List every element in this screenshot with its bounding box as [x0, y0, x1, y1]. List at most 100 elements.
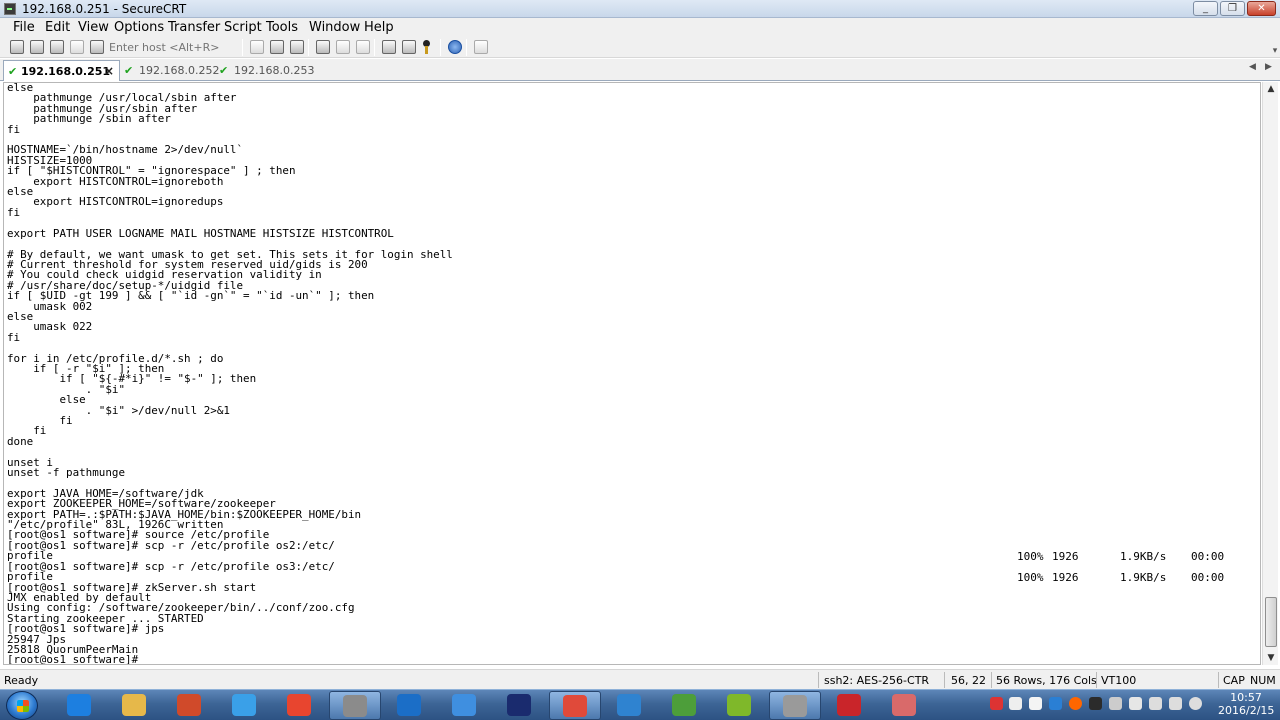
menu-options[interactable]: Options	[114, 20, 164, 35]
connected-check-icon: ✔	[219, 64, 229, 77]
close-button[interactable]: ✕	[1247, 1, 1276, 16]
tray-app-icon[interactable]	[990, 697, 1003, 710]
menu-transfer[interactable]: Transfer	[168, 20, 220, 35]
close-tab-icon[interactable]: ×	[104, 64, 114, 78]
taskbar-securecrt-button[interactable]	[329, 691, 381, 720]
menu-script[interactable]: Script	[224, 20, 262, 35]
terminal-line: fi	[7, 205, 21, 219]
terminal-line: export HISTCONTROL=ignoredups	[7, 195, 224, 209]
menu-tools[interactable]: Tools	[266, 20, 298, 35]
reconnect-icon[interactable]	[70, 40, 84, 54]
tab-label: 192.168.0.252	[139, 64, 220, 77]
taskbar-app-terminal-button[interactable]	[769, 691, 821, 720]
taskbar-app-pen-button[interactable]	[879, 691, 931, 720]
app-feather-icon	[452, 694, 476, 716]
status-cursor-position: 56, 22	[951, 674, 986, 687]
terminal-scrollbar[interactable]: ▲ ▼	[1262, 82, 1278, 665]
menu-window[interactable]: Window	[309, 20, 360, 35]
terminal-line: [root@os1 software]# scp -r /etc/profile…	[7, 538, 335, 552]
tab-scroll-right-icon[interactable]: ▶	[1265, 62, 1272, 72]
tray-network-icon[interactable]	[1149, 697, 1162, 710]
tray-app-icon[interactable]	[1109, 697, 1122, 710]
taskbar-app-red-button[interactable]	[549, 691, 601, 720]
tab-192-168-0-253[interactable]: ✔ 192.168.0.253	[219, 60, 314, 81]
menu-view[interactable]: View	[78, 20, 109, 35]
status-cipher: ssh2: AES-256-CTR	[824, 674, 930, 687]
menu-help[interactable]: Help	[364, 20, 394, 35]
paste-icon[interactable]	[270, 40, 284, 54]
tray-app-icon[interactable]	[1049, 697, 1062, 710]
print-selection-icon[interactable]	[336, 40, 350, 54]
taskbar-virtualbox-button[interactable]	[604, 691, 656, 720]
status-separator	[944, 672, 945, 688]
tab-192-168-0-252[interactable]: ✔ 192.168.0.252	[124, 60, 220, 81]
session-options-icon[interactable]	[382, 40, 396, 54]
app-blue-icon	[232, 694, 256, 716]
print-icon[interactable]	[316, 40, 330, 54]
taskbar-eclipse-button[interactable]	[494, 691, 546, 720]
tab-192-168-0-251[interactable]: ✔ 192.168.0.251 ×	[3, 60, 120, 81]
status-separator	[818, 672, 819, 688]
window-title: 192.168.0.251 - SecureCRT	[22, 2, 187, 16]
taskbar-app-x-button[interactable]	[824, 691, 876, 720]
taskbar-app-p-button[interactable]	[659, 691, 711, 720]
tab-scroll-left-icon[interactable]: ◀	[1249, 62, 1256, 72]
taskbar-app-blue-button[interactable]	[219, 691, 271, 720]
print-setup-icon[interactable]	[356, 40, 370, 54]
taskbar-chrome-button[interactable]	[274, 691, 326, 720]
terminal-line: done	[7, 434, 34, 448]
file-explorer-icon	[122, 694, 146, 716]
media-player-icon	[177, 694, 201, 716]
tray-app-icon[interactable]	[1069, 697, 1082, 710]
taskbar-file-explorer-button[interactable]	[109, 691, 161, 720]
tray-volume-icon[interactable]	[1189, 697, 1202, 710]
securecrt-app-icon	[4, 3, 16, 15]
enter-host-input[interactable]	[106, 39, 238, 56]
taskbar-network-tool-button[interactable]	[384, 691, 436, 720]
tray-app-icon[interactable]	[1169, 697, 1182, 710]
connect-tab-icon[interactable]	[50, 40, 64, 54]
terminal-line: fi	[7, 424, 47, 438]
global-options-icon[interactable]	[402, 40, 416, 54]
quick-connect-icon[interactable]	[30, 40, 44, 54]
scroll-thumb[interactable]	[1265, 597, 1277, 647]
app-pen-icon	[892, 694, 916, 716]
copy-icon[interactable]	[250, 40, 264, 54]
tray-app-icon[interactable]	[1009, 697, 1022, 710]
taskbar-app-m-button[interactable]	[714, 691, 766, 720]
app-x-icon	[837, 694, 861, 716]
transfer-rate: 1.9KB/s	[1120, 550, 1167, 563]
taskbar-internet-explorer-button[interactable]	[54, 691, 106, 720]
toolbar-overflow-icon[interactable]: ▾	[1270, 36, 1280, 58]
taskbar-media-player-button[interactable]	[164, 691, 216, 720]
tray-app-icon[interactable]	[1089, 697, 1102, 710]
minimize-button[interactable]: _	[1193, 1, 1218, 16]
start-button[interactable]	[6, 691, 38, 720]
menu-file[interactable]: File	[13, 20, 35, 35]
connect-icon[interactable]	[10, 40, 24, 54]
taskbar-app-feather-button[interactable]	[439, 691, 491, 720]
key-icon[interactable]	[420, 40, 434, 54]
virtualbox-icon	[617, 694, 641, 716]
menu-edit[interactable]: Edit	[45, 20, 70, 35]
transfer-progress-row: 100% 1926 1.9KB/s 00:00	[1017, 571, 1224, 649]
customize-icon[interactable]	[474, 40, 488, 54]
tray-app-icon[interactable]	[1129, 697, 1142, 710]
status-ready: Ready	[4, 674, 39, 687]
toolbar-separator	[466, 39, 467, 56]
chrome-icon	[287, 694, 311, 716]
restore-button[interactable]: ❐	[1220, 1, 1245, 16]
taskbar-clock[interactable]: 10:57 2016/2/15	[1218, 691, 1274, 717]
transfer-percent: 100%	[1017, 550, 1044, 563]
find-icon[interactable]	[290, 40, 304, 54]
terminal-line: fi	[7, 122, 21, 136]
scroll-up-icon[interactable]: ▲	[1263, 82, 1279, 96]
tray-app-icon[interactable]	[1029, 697, 1042, 710]
terminal-output[interactable]: else pathmunge /usr/local/sbin after pat…	[3, 82, 1261, 665]
disconnect-icon[interactable]	[90, 40, 104, 54]
help-icon[interactable]	[448, 40, 462, 54]
network-tool-icon	[397, 694, 421, 716]
session-tab-bar: ✔ 192.168.0.251 × ✔ 192.168.0.252 ✔ 192.…	[0, 59, 1280, 81]
scroll-down-icon[interactable]: ▼	[1263, 651, 1279, 665]
